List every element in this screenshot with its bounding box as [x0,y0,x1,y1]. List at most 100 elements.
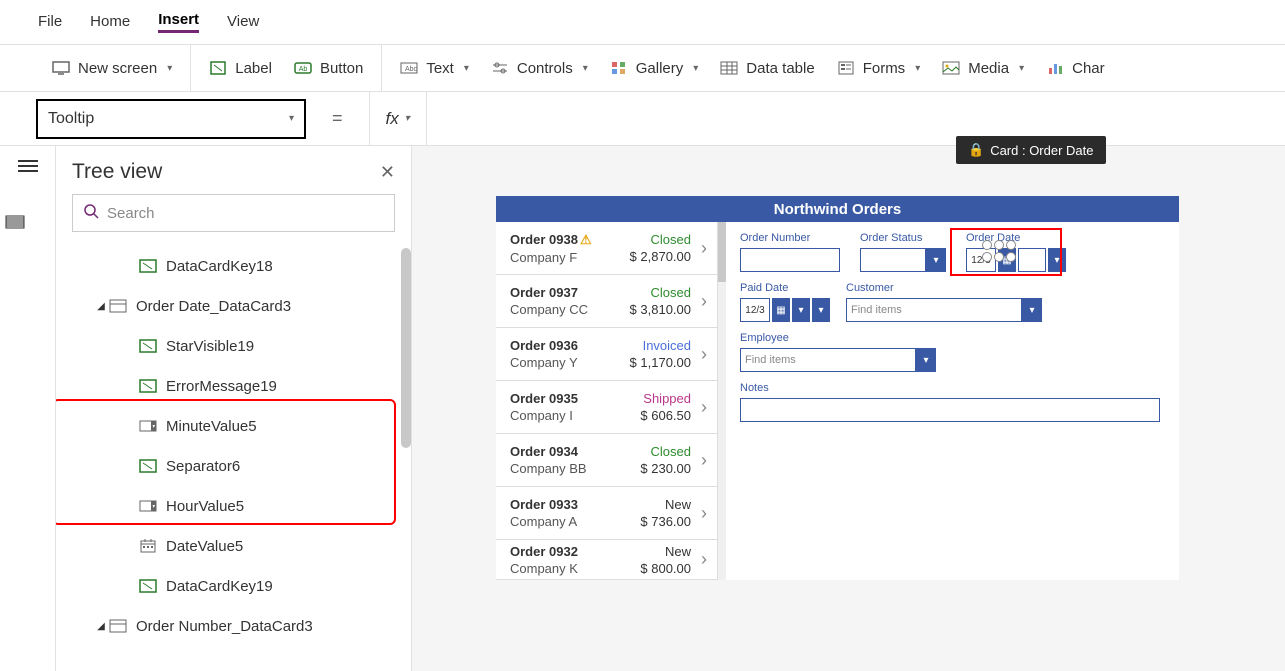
paid-date-label: Paid Date [740,282,830,294]
paid-date-picker[interactable]: 12/3 ▦ ▾ ▾ [740,298,830,322]
order-row[interactable]: Order 0932Company KNew$ 800.00› [496,540,717,580]
tree-item-label: ErrorMessage19 [166,378,277,395]
svg-text:Ab: Ab [299,66,308,73]
controls-icon [491,60,509,76]
order-company: Company Y [510,355,630,370]
text-button[interactable]: Abc Text ▾ [400,60,469,77]
order-status: Closed [630,232,691,247]
order-amount: $ 736.00 [640,514,691,529]
chevron-right-icon: › [697,503,711,524]
tree-item[interactable]: HourValue5 [56,486,411,526]
button-button[interactable]: Ab Button [294,60,363,77]
calendar-icon: ▦ [772,298,790,322]
forms-icon [837,60,855,76]
label-button[interactable]: Label [209,60,272,77]
label-icon [138,338,158,354]
tree-item[interactable]: ◢ Order Number_DataCard3 [56,606,411,646]
card-icon [108,618,128,634]
chevron-down-icon: ▾ [464,63,469,74]
order-row[interactable]: Order 0937Company CCClosed$ 3,810.00› [496,275,717,328]
media-button[interactable]: Media ▾ [942,60,1024,77]
label-icon [209,60,227,76]
canvas[interactable]: Northwind Orders Order 0938⚠ Company FClo… [412,146,1285,671]
scrollbar[interactable] [401,248,411,448]
scrollbar[interactable] [718,222,726,282]
property-selector[interactable]: Tooltip ▾ [36,99,306,139]
order-row[interactable]: Order 0933Company ANew$ 736.00› [496,487,717,540]
order-row[interactable]: Order 0935Company IShipped$ 606.50› [496,381,717,434]
chevron-down-icon: ▾ [916,348,936,372]
controls-button[interactable]: Controls ▾ [491,60,588,77]
gallery-button[interactable]: Gallery ▾ [610,60,699,77]
chevron-down-icon: ▾ [792,298,810,322]
menu-file[interactable]: File [38,13,62,32]
search-input[interactable]: Search [72,194,395,232]
tooltip-text: Card : Order Date [990,143,1093,158]
order-amount: $ 800.00 [640,561,691,576]
order-amount: $ 606.50 [640,408,691,423]
new-screen-button[interactable]: New screen ▾ [52,60,172,77]
order-id: Order 0934 [510,444,640,459]
tree-panel: Tree view ✕ Search DataCardKey18◢ Order … [56,146,412,671]
tree-item[interactable]: DataCardKey18 [56,246,411,286]
ribbon: New screen ▾ Label Ab Button Abc Text ▾ … [0,44,1285,92]
chevron-right-icon: › [697,238,711,259]
order-company: Company CC [510,302,630,317]
order-row[interactable]: Order 0938⚠Company FClosed$ 2,870.00› [496,222,717,275]
tree-item[interactable]: ErrorMessage19 [56,366,411,406]
data-table-label: Data table [746,60,814,77]
forms-button[interactable]: Forms ▾ [837,60,921,77]
menu-home[interactable]: Home [90,13,130,32]
menu-insert[interactable]: Insert [158,11,199,33]
close-icon[interactable]: ✕ [380,162,395,183]
chart-button[interactable]: Char [1046,60,1105,77]
search-placeholder: Search [107,205,155,222]
formula-input[interactable] [443,92,1285,145]
notes-input[interactable] [740,398,1160,422]
order-number-label: Order Number [740,232,844,244]
tree-view-tab[interactable] [0,212,40,232]
label-icon [138,378,158,394]
chevron-down-icon: ▾ [1019,63,1024,74]
tree-item[interactable]: ◢ Order Date_DataCard3 [56,286,411,326]
chevron-right-icon: › [697,344,711,365]
chevron-right-icon: › [697,291,711,312]
order-row[interactable]: Order 0934Company BBClosed$ 230.00› [496,434,717,487]
employee-select[interactable]: Find items▾ [740,348,940,372]
tree-item[interactable]: DateValue5 [56,526,411,566]
chevron-right-icon: › [697,549,711,570]
fx-label: fx▾ [386,109,410,129]
chevron-down-icon: ▾ [812,298,830,322]
menu-view[interactable]: View [227,13,259,32]
app-title: Northwind Orders [496,196,1179,222]
order-company: Company F [510,250,630,265]
order-id: Order 0937 [510,285,630,300]
gallery-label: Gallery [636,60,684,77]
order-company: Company K [510,561,640,576]
tree-title: Tree view [72,160,162,184]
new-screen-label: New screen [78,60,157,77]
label-icon [138,258,158,274]
order-row[interactable]: Order 0936Company YInvoiced$ 1,170.00› [496,328,717,381]
tree-item[interactable]: MinuteValue5 [56,406,411,446]
hamburger-button[interactable] [16,156,40,176]
order-status: New [640,544,691,559]
order-status-select[interactable]: ▾ [860,248,950,272]
order-number-input[interactable] [740,248,840,272]
data-table-button[interactable]: Data table [720,60,814,77]
order-id: Order 0938⚠ [510,232,630,248]
tree-item-label: Order Date_DataCard3 [136,298,291,315]
order-id: Order 0936 [510,338,630,353]
tree-item[interactable]: Separator6 [56,446,411,486]
order-amount: $ 230.00 [640,461,691,476]
button-label: Button [320,60,363,77]
tree-item[interactable]: DataCardKey19 [56,566,411,606]
controls-label: Controls [517,60,573,77]
order-company: Company A [510,514,640,529]
tree-item[interactable]: StarVisible19 [56,326,411,366]
tree-item-label: Order Number_DataCard3 [136,618,313,635]
chevron-down-icon: ▾ [583,63,588,74]
order-status: Shipped [640,391,691,406]
chart-icon [1046,60,1064,76]
customer-select[interactable]: Find items▾ [846,298,1046,322]
